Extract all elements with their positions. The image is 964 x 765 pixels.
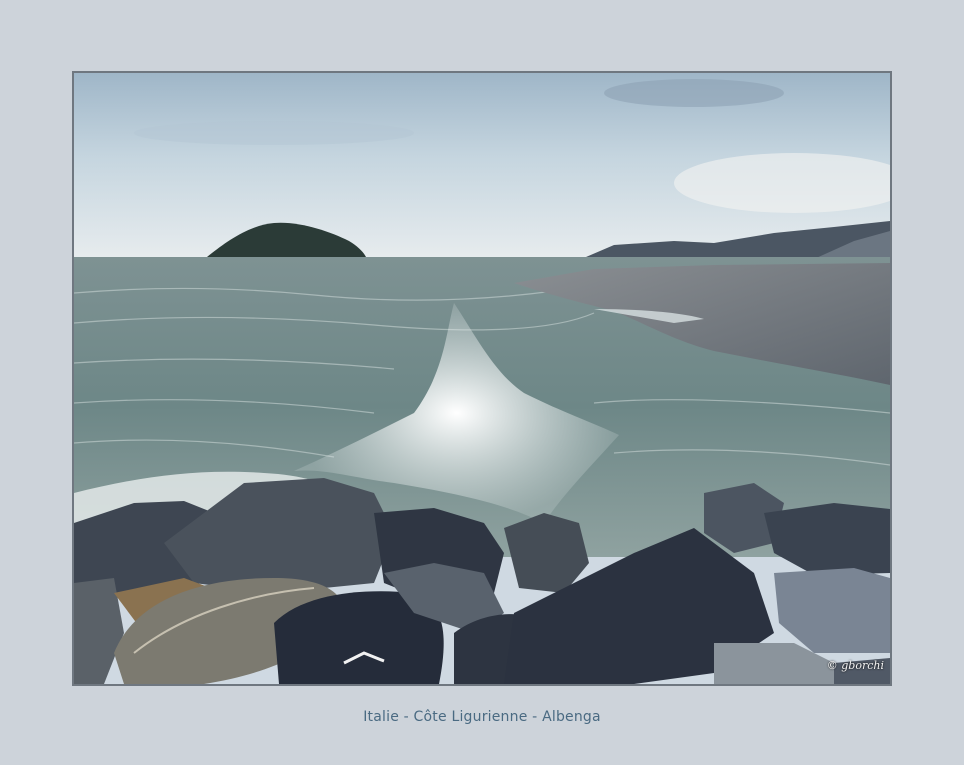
cloud [134, 121, 414, 145]
cloud [604, 79, 784, 107]
photo-frame: © gborchi [72, 71, 892, 686]
photo-watermark: © gborchi [826, 659, 884, 672]
photo-caption: Italie - Côte Ligurienne - Albenga [363, 709, 601, 725]
seascape-photo [74, 73, 890, 684]
